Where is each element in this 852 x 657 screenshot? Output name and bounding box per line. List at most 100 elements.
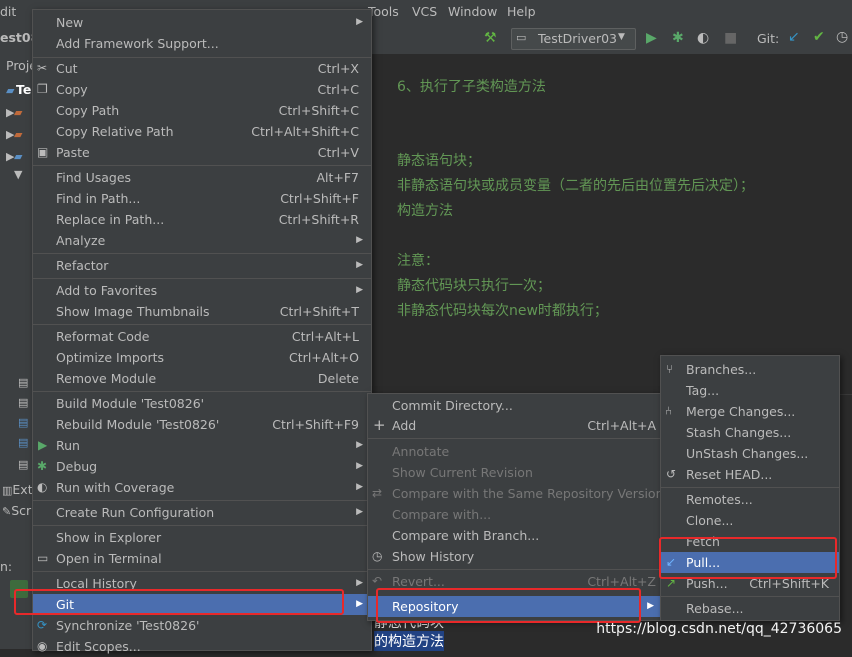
menu-item-reformat-code[interactable]: Reformat Code Ctrl+Alt+L	[33, 326, 371, 347]
menu-item-find-in-path[interactable]: Find in Path... Ctrl+Shift+F	[33, 188, 371, 209]
menu-item-shortcut: Alt+F7	[316, 170, 359, 185]
menu-item-tag[interactable]: Tag...	[661, 380, 839, 401]
project-panel: Proje ▰ Te ▶ ▶ ▶ ▰ ▰ ▰ ▼ ▤ ▤ ▤ ▤ ▤ ▥Ext …	[0, 54, 37, 649]
menu-vcs[interactable]: VCS	[412, 4, 437, 19]
menu-item-reset-head[interactable]: ↺ Reset HEAD...	[661, 464, 839, 485]
menu-item-shortcut: Ctrl+Alt+A	[587, 418, 656, 433]
coverage-icon[interactable]: ◐	[697, 31, 709, 45]
editor-text-selected: 的构造方法	[374, 631, 444, 651]
menu-item-copy-relative-path[interactable]: Copy Relative Path Ctrl+Alt+Shift+C	[33, 121, 371, 142]
menu-item-label: Analyze	[56, 233, 106, 248]
menu-item-paste[interactable]: ▣ Paste Ctrl+V	[33, 142, 371, 163]
menu-item-optimize-imports[interactable]: Optimize Imports Ctrl+Alt+O	[33, 347, 371, 368]
menu-edit[interactable]: dit	[0, 4, 16, 19]
menu-item-label: Refactor	[56, 258, 109, 273]
menu-item-compare-with[interactable]: Compare with...	[368, 504, 662, 525]
menu-item-annotate[interactable]: Annotate	[368, 441, 662, 462]
menu-item-label: UnStash Changes...	[686, 446, 809, 461]
git-update-icon[interactable]: ↙	[788, 30, 800, 44]
menu-item-show-image-thumbnails[interactable]: Show Image Thumbnails Ctrl+Shift+T	[33, 301, 371, 322]
menu-item-label: Paste	[56, 145, 90, 160]
menu-item-create-run-configuration[interactable]: Create Run Configuration ▶	[33, 502, 371, 523]
menu-item-find-usages[interactable]: Find Usages Alt+F7	[33, 167, 371, 188]
menu-item-show-current-revision[interactable]: Show Current Revision	[368, 462, 662, 483]
menu-item-add-to-favorites[interactable]: Add to Favorites ▶	[33, 280, 371, 301]
menu-tools[interactable]: Tools	[368, 4, 399, 19]
debug-icon[interactable]: ✱	[672, 31, 684, 45]
git-commit-icon[interactable]: ✔	[813, 30, 825, 44]
collapse-arrow-icon[interactable]: ▼	[14, 168, 22, 181]
menu-item-compare-same-repo-version[interactable]: ⇄ Compare with the Same Repository Versio…	[368, 483, 664, 504]
git-history-icon[interactable]: ◷	[836, 30, 848, 44]
md-file-icon: ▤	[18, 436, 29, 449]
menu-item-shortcut: Ctrl+Shift+F	[280, 191, 359, 206]
menu-item-remove-module[interactable]: Remove Module Delete	[33, 368, 371, 389]
comment-line: 非静态代码块每次new时都执行；	[397, 303, 608, 319]
copy-icon: ❐	[37, 82, 48, 96]
menu-item-refactor[interactable]: Refactor ▶	[33, 255, 371, 276]
menu-item-clone[interactable]: Clone...	[661, 510, 839, 531]
menu-item-new[interactable]: New ▶	[33, 12, 371, 33]
menu-item-replace-in-path[interactable]: Replace in Path... Ctrl+Shift+R	[33, 209, 371, 230]
menu-item-add-framework-support[interactable]: Add Framework Support...	[33, 33, 371, 54]
menu-help[interactable]: Help	[507, 4, 536, 19]
menu-item-label: Run with Coverage	[56, 480, 175, 495]
run-config-dropdown[interactable]: ▭ TestDriver03 ▼	[511, 28, 636, 50]
project-root-item[interactable]: Te	[16, 82, 31, 97]
menu-item-shortcut: Ctrl+Shift+R	[278, 212, 359, 227]
menu-item-build-module[interactable]: Build Module 'Test0826'	[33, 393, 371, 414]
menu-separator	[33, 324, 371, 325]
menu-item-commit-directory[interactable]: Commit Directory...	[368, 395, 662, 416]
menu-item-label: Debug	[56, 459, 98, 474]
menu-item-run[interactable]: ▶ Run ▶	[33, 435, 371, 456]
menu-item-synchronize[interactable]: ⟳ Synchronize 'Test0826'	[33, 615, 371, 636]
menu-item-label: Tag...	[686, 383, 720, 398]
menu-item-stash-changes[interactable]: Stash Changes...	[661, 422, 839, 443]
comment-line: 非静态语句块或成员变量（二者的先后由位置先后决定）；	[397, 178, 754, 194]
menu-item-branches[interactable]: ⑂ Branches...	[661, 359, 839, 380]
project-context-menu: New ▶ Add Framework Support... ✂ Cut Ctrl+X…	[32, 9, 372, 654]
menu-item-copy[interactable]: ❐ Copy Ctrl+C	[33, 79, 371, 100]
watermark: https://blog.csdn.net/qq_42736065	[596, 621, 842, 637]
menu-separator	[33, 571, 371, 572]
menu-separator	[33, 278, 371, 279]
menu-item-compare-with-branch[interactable]: Compare with Branch...	[368, 525, 662, 546]
menu-item-run-with-coverage[interactable]: ◐ Run with Coverage ▶	[33, 477, 371, 498]
menu-item-add[interactable]: + Add Ctrl+Alt+A	[368, 415, 662, 436]
menu-item-edit-scopes[interactable]: ◉ Edit Scopes...	[33, 636, 371, 657]
menu-item-unstash-changes[interactable]: UnStash Changes...	[661, 443, 839, 464]
scratches-item[interactable]: ✎Scr	[2, 503, 31, 518]
menu-item-debug[interactable]: ✱ Debug ▶	[33, 456, 371, 477]
menu-item-merge-changes[interactable]: ⑃ Merge Changes...	[661, 401, 839, 422]
run-icon[interactable]: ▶	[646, 31, 657, 45]
debug-icon: ✱	[37, 459, 48, 473]
menu-item-label: Show in Explorer	[56, 530, 162, 545]
menu-item-rebuild-module[interactable]: Rebuild Module 'Test0826' Ctrl+Shift+F9	[33, 414, 371, 435]
menu-item-label: Rebase...	[686, 601, 744, 616]
menu-item-show-in-explorer[interactable]: Show in Explorer	[33, 527, 371, 548]
build-hammer-icon[interactable]: ⚒	[484, 31, 497, 45]
external-libraries-item[interactable]: ▥Ext	[2, 482, 33, 497]
folder-icon: ▰	[6, 84, 15, 97]
run-icon: ▶	[38, 438, 48, 452]
run-config-label: TestDriver03	[538, 31, 617, 46]
menu-item-show-history[interactable]: ◷ Show History	[368, 546, 662, 567]
menu-item-remotes[interactable]: Remotes...	[661, 489, 839, 510]
menu-item-rebase[interactable]: Rebase...	[661, 598, 839, 619]
menu-item-analyze[interactable]: Analyze ▶	[33, 230, 371, 251]
menu-item-shortcut: Ctrl+Alt+Shift+C	[251, 124, 359, 139]
stop-icon[interactable]: ■	[724, 31, 737, 45]
repository-submenu: ⑂ Branches... Tag... ⑃ Merge Changes... St…	[660, 355, 840, 621]
menu-item-label: Open in Terminal	[56, 551, 162, 566]
menu-item-label: Compare with the Same Repository Version	[392, 486, 664, 501]
coverage-icon: ◐	[37, 480, 48, 494]
menu-window[interactable]: Window	[448, 4, 497, 19]
menu-item-copy-path[interactable]: Copy Path Ctrl+Shift+C	[33, 100, 371, 121]
menu-item-cut[interactable]: ✂ Cut Ctrl+X	[33, 58, 371, 79]
menu-item-shortcut: Ctrl+Alt+L	[291, 329, 359, 344]
menu-item-label: Add	[392, 418, 417, 433]
menu-item-open-in-terminal[interactable]: ▭ Open in Terminal	[33, 548, 371, 569]
sync-icon: ⟳	[37, 618, 48, 632]
menu-item-label: Edit Scopes...	[56, 639, 141, 654]
menu-item-label: Show History	[392, 549, 475, 564]
